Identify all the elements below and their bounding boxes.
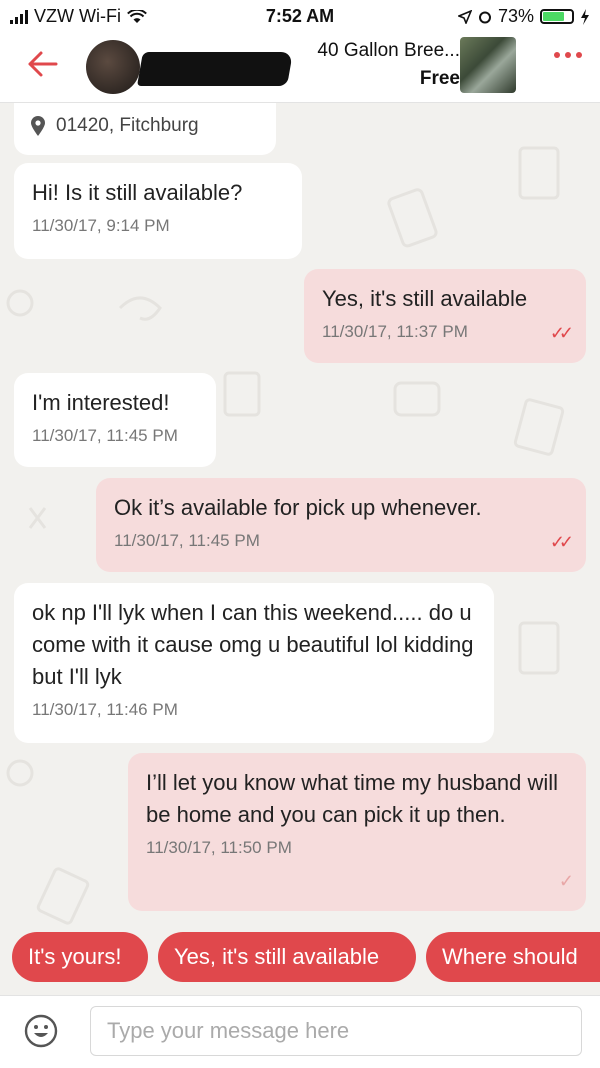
status-bar: VZW Wi-Fi 7:52 AM 73%	[0, 0, 600, 32]
quick-reply-still-available[interactable]: Yes, it's still available	[158, 932, 416, 982]
message-timestamp: 11/30/17, 11:45 PM	[32, 426, 178, 445]
message-timestamp: 11/30/17, 11:45 PM	[114, 531, 260, 550]
message-text: Yes, it's still available	[322, 286, 528, 311]
chat-thread[interactable]: 01420, Fitchburg Hi! Is it still availab…	[0, 103, 600, 993]
listing-thumbnail[interactable]	[460, 37, 516, 93]
message-bubble-outgoing[interactable]: I’ll let you know what time my husband w…	[128, 753, 586, 911]
message-text: Hi! Is it still available?	[32, 180, 243, 205]
message-bubble-incoming[interactable]: ok np I'll lyk when I can this weekend..…	[14, 583, 494, 743]
message-timestamp: 11/30/17, 11:46 PM	[32, 700, 178, 719]
location-card: 01420, Fitchburg	[14, 103, 276, 155]
back-arrow-icon[interactable]	[22, 44, 62, 84]
message-bubble-outgoing[interactable]: Ok it’s available for pick up whenever. …	[96, 478, 586, 572]
message-text: I'm interested!	[32, 390, 170, 415]
message-bubble-outgoing[interactable]: Yes, it's still available 11/30/17, 11:3…	[304, 269, 586, 363]
sent-check-icon: ✓	[558, 871, 574, 891]
avatar[interactable]	[86, 40, 140, 94]
message-text: Ok it’s available for pick up whenever.	[114, 495, 482, 520]
map-pin-icon	[31, 116, 45, 136]
message-timestamp: 11/30/17, 11:37 PM	[322, 322, 468, 341]
battery-icon	[540, 9, 574, 24]
more-options-icon[interactable]	[554, 52, 582, 58]
quick-reply-where-should[interactable]: Where should	[426, 932, 600, 982]
read-receipt-icon: ✓✓	[549, 532, 574, 552]
read-receipt-icon: ✓✓	[549, 323, 574, 343]
message-composer	[0, 995, 600, 1068]
quick-reply-its-yours[interactable]: It's yours!	[12, 932, 148, 982]
message-timestamp: 11/30/17, 11:50 PM	[146, 838, 292, 857]
location-arrow-icon	[457, 9, 472, 24]
message-timestamp: 11/30/17, 9:14 PM	[32, 216, 170, 235]
message-input[interactable]	[90, 1006, 582, 1056]
listing-price: Free	[419, 68, 460, 89]
alarm-icon	[478, 11, 491, 23]
message-bubble-incoming[interactable]: Hi! Is it still available? 11/30/17, 9:1…	[14, 163, 302, 259]
listing-title[interactable]: 40 Gallon Bree...	[317, 40, 460, 62]
redacted-username	[137, 52, 293, 86]
battery-percent: 73%	[497, 6, 534, 26]
charging-icon	[581, 8, 589, 25]
quick-replies: It's yours! Yes, it's still available Wh…	[0, 932, 600, 986]
message-text: I’ll let you know what time my husband w…	[146, 770, 559, 827]
location-text: 01420, Fitchburg	[56, 115, 199, 137]
message-bubble-incoming[interactable]: I'm interested! 11/30/17, 11:45 PM	[14, 373, 216, 467]
message-text: ok np I'll lyk when I can this weekend..…	[32, 600, 474, 689]
emoji-icon[interactable]	[24, 1014, 58, 1048]
chat-header: 40 Gallon Bree... Free	[0, 32, 600, 103]
